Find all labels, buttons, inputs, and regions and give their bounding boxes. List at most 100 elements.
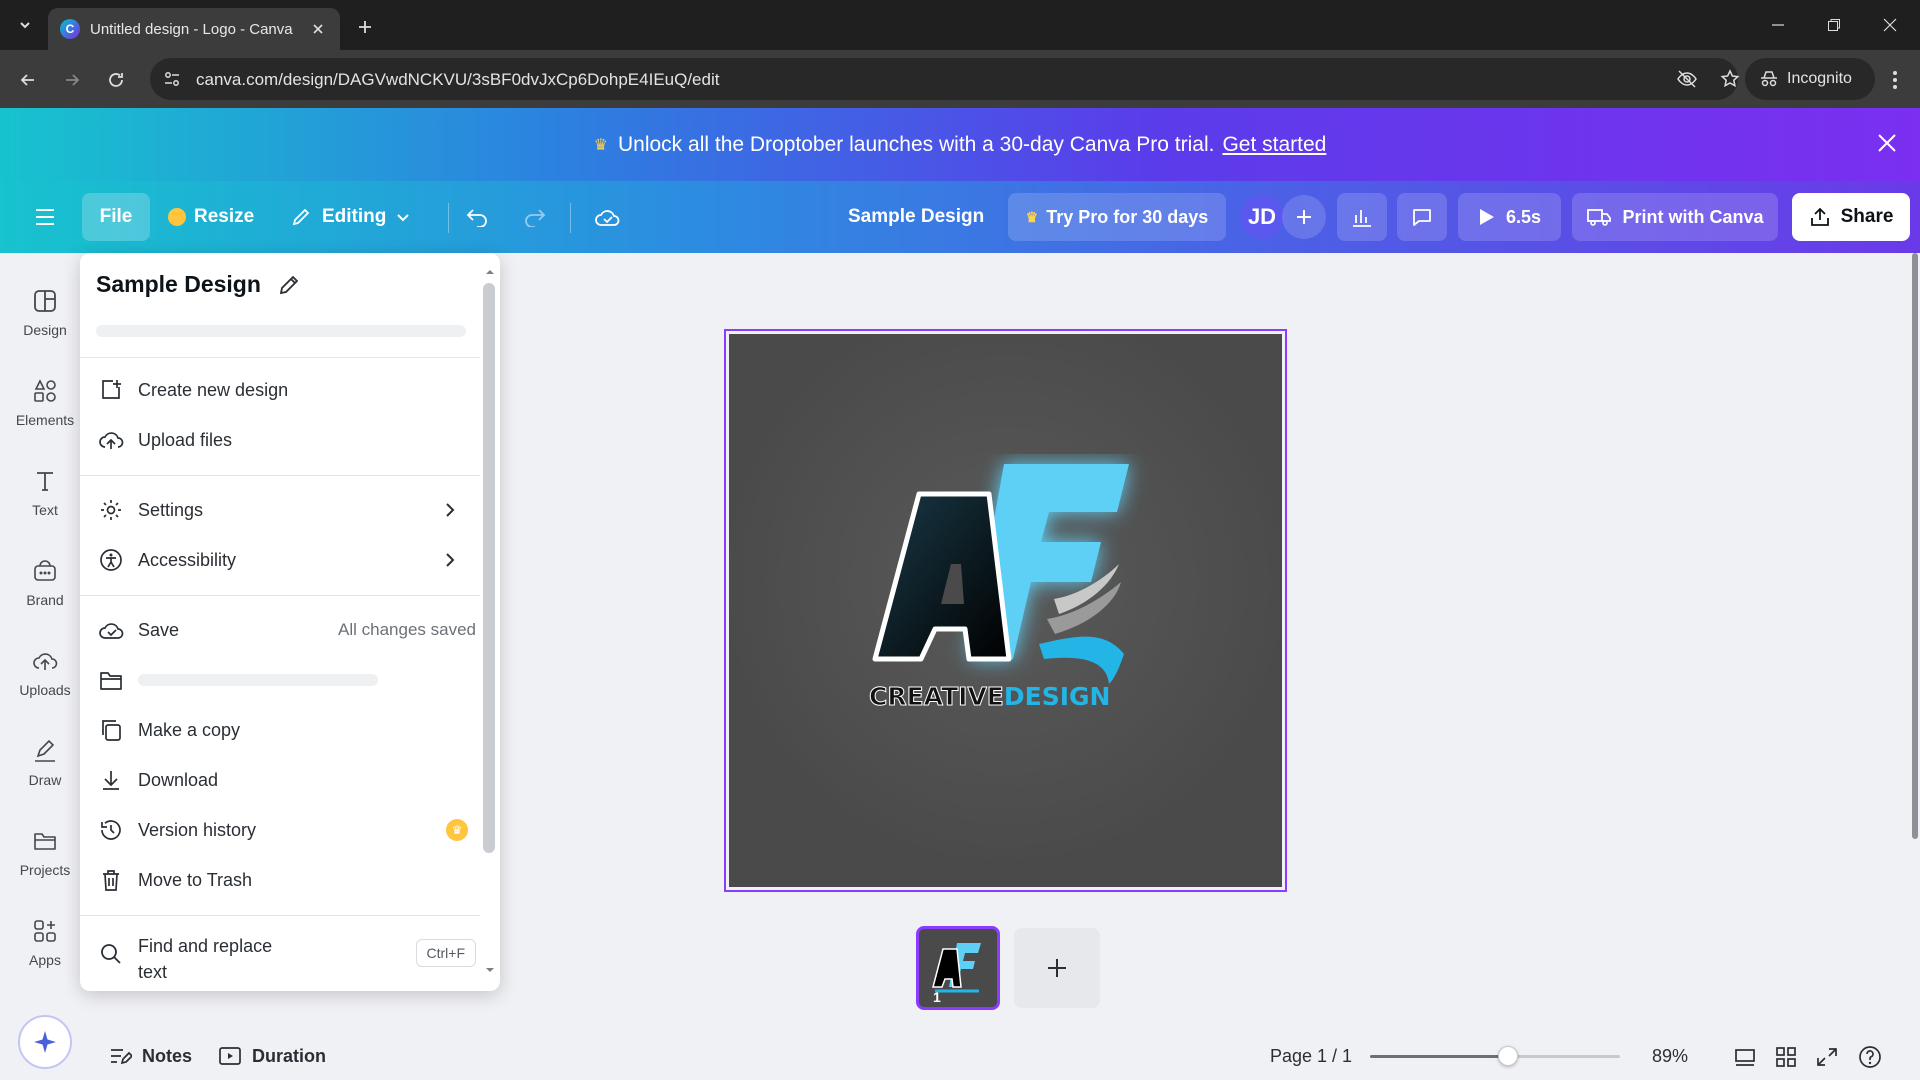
play-icon	[1479, 209, 1494, 225]
rail-item-draw[interactable]: Draw	[0, 723, 90, 803]
help-icon	[1859, 1046, 1881, 1068]
eye-off-icon[interactable]	[1676, 69, 1698, 89]
chevron-down-icon	[397, 214, 410, 222]
new-tab-button[interactable]	[352, 14, 378, 40]
rail-item-projects[interactable]: Projects	[0, 813, 90, 893]
rail-label: Text	[32, 502, 58, 518]
add-page-button[interactable]	[1014, 928, 1100, 1008]
add-collaborator-button[interactable]	[1282, 195, 1326, 239]
bookmark-star-icon[interactable]	[1720, 69, 1740, 89]
address-bar[interactable]: canva.com/design/DAGVwdNCKVU/3sBF0dvJxCp…	[150, 58, 1740, 100]
design-canvas-frame[interactable]: CREATIVEDESIGN	[724, 329, 1287, 892]
menu-separator	[80, 915, 480, 916]
save-label: Save	[138, 619, 180, 640]
trash-label: Move to Trash	[138, 869, 253, 890]
resize-button[interactable]: Resize	[160, 193, 262, 241]
chevron-right-icon	[446, 553, 455, 567]
rail-item-brand[interactable]: Brand	[0, 543, 90, 623]
scroll-down-icon	[486, 968, 494, 972]
notes-button[interactable]: Notes	[108, 1038, 192, 1074]
site-info-icon[interactable]	[162, 69, 182, 89]
pencil-icon	[292, 208, 310, 226]
creative-design-logo[interactable]: CREATIVEDESIGN	[869, 454, 1149, 724]
version-history-item[interactable]: Version history ♛	[96, 807, 476, 853]
forward-button[interactable]	[56, 64, 88, 96]
user-avatar[interactable]: JD	[1240, 195, 1284, 239]
promo-close-icon[interactable]	[1876, 132, 1898, 154]
file-menu-button[interactable]: File	[82, 193, 150, 241]
zoom-slider-fill	[1370, 1055, 1508, 1058]
close-window-button[interactable]	[1862, 0, 1918, 50]
file-menu-dropdown: Sample Design Create new design Upload f…	[80, 253, 500, 991]
incognito-indicator[interactable]: Incognito	[1745, 58, 1875, 100]
rail-item-uploads[interactable]: Uploads	[0, 633, 90, 713]
upload-files-item[interactable]: Upload files	[96, 417, 476, 463]
minimize-icon	[1772, 24, 1784, 26]
cloud-check-icon	[595, 210, 620, 226]
tab-search-button[interactable]	[10, 11, 40, 39]
grid-view-button[interactable]	[1771, 1042, 1801, 1072]
restore-button[interactable]	[1806, 0, 1862, 50]
page-indicator[interactable]: Page 1 / 1	[1270, 1046, 1352, 1067]
page-thumbnail[interactable]: 1	[916, 926, 1000, 1010]
accessibility-item[interactable]: Accessibility	[96, 537, 476, 583]
rail-label: Apps	[29, 952, 61, 968]
comments-button[interactable]	[1397, 193, 1447, 241]
canvas-scrollbar[interactable]	[1912, 253, 1918, 839]
fullscreen-button[interactable]	[1812, 1042, 1842, 1072]
undo-button[interactable]	[462, 193, 492, 241]
reload-button[interactable]	[100, 64, 132, 96]
rail-item-text[interactable]: Text	[0, 453, 90, 533]
zoom-slider[interactable]	[1370, 1046, 1620, 1066]
help-button[interactable]	[1855, 1042, 1885, 1072]
settings-item[interactable]: Settings	[96, 487, 476, 533]
pages-view-icon	[1735, 1049, 1755, 1066]
crown-badge-icon	[168, 208, 186, 226]
duration-button[interactable]: Duration	[218, 1038, 326, 1074]
save-item[interactable]: Save All changes saved	[96, 607, 476, 653]
browser-menu-button[interactable]	[1880, 64, 1910, 96]
folder-item[interactable]	[96, 657, 476, 703]
pages-view-button[interactable]	[1730, 1042, 1760, 1072]
main-menu-button[interactable]	[30, 193, 60, 241]
create-new-design-item[interactable]: Create new design	[96, 367, 476, 413]
browser-tab-active[interactable]: C Untitled design - Logo - Canva	[48, 8, 340, 50]
editing-mode-button[interactable]: Editing	[282, 193, 418, 241]
print-with-canva-button[interactable]: Print with Canva	[1572, 193, 1778, 241]
rail-item-design[interactable]: Design	[0, 273, 90, 353]
present-button[interactable]: 6.5s	[1458, 193, 1561, 241]
design-canvas[interactable]: CREATIVEDESIGN	[729, 334, 1282, 887]
file-menu-scrollbar-thumb[interactable]	[483, 283, 495, 853]
zoom-slider-handle[interactable]	[1497, 1046, 1518, 1066]
try-pro-button[interactable]: ♛ Try Pro for 30 days	[1008, 193, 1226, 241]
tab-close-icon[interactable]	[308, 19, 328, 39]
move-to-trash-item[interactable]: Move to Trash	[96, 857, 476, 903]
zoom-percentage[interactable]: 89%	[1652, 1046, 1688, 1067]
search-icon	[96, 939, 126, 969]
promo-banner: ♛ Unlock all the Droptober launches with…	[0, 108, 1920, 181]
editor-header: File Resize Editing Sample Design ♛ Try …	[0, 181, 1920, 253]
design-name[interactable]: Sample Design	[848, 193, 984, 241]
magic-assistant-button[interactable]	[18, 1015, 72, 1069]
back-button[interactable]	[12, 64, 44, 96]
share-button[interactable]: Share	[1792, 193, 1910, 241]
promo-get-started-link[interactable]: Get started	[1222, 133, 1326, 157]
download-item[interactable]: Download	[96, 757, 476, 803]
hamburger-icon	[36, 209, 54, 225]
rail-item-apps[interactable]: Apps	[0, 903, 90, 983]
minimize-button[interactable]	[1750, 0, 1806, 50]
upload-cloud-icon	[96, 425, 126, 455]
page-thumbnail-logo	[932, 943, 981, 993]
af-monogram-logo	[872, 464, 1129, 684]
gear-icon	[96, 495, 126, 525]
cloud-save-button[interactable]	[590, 193, 626, 241]
insights-button[interactable]	[1337, 193, 1387, 241]
play-duration: 6.5s	[1505, 206, 1542, 227]
rail-label: Design	[23, 322, 67, 338]
redo-button[interactable]	[520, 193, 550, 241]
crown-icon: ♛	[1025, 208, 1039, 225]
make-a-copy-item[interactable]: Make a copy	[96, 707, 476, 753]
rail-item-elements[interactable]: Elements	[0, 363, 90, 443]
find-and-replace-item[interactable]: Find and replace text Ctrl+F	[96, 927, 476, 983]
rename-pencil-icon[interactable]	[277, 273, 301, 297]
